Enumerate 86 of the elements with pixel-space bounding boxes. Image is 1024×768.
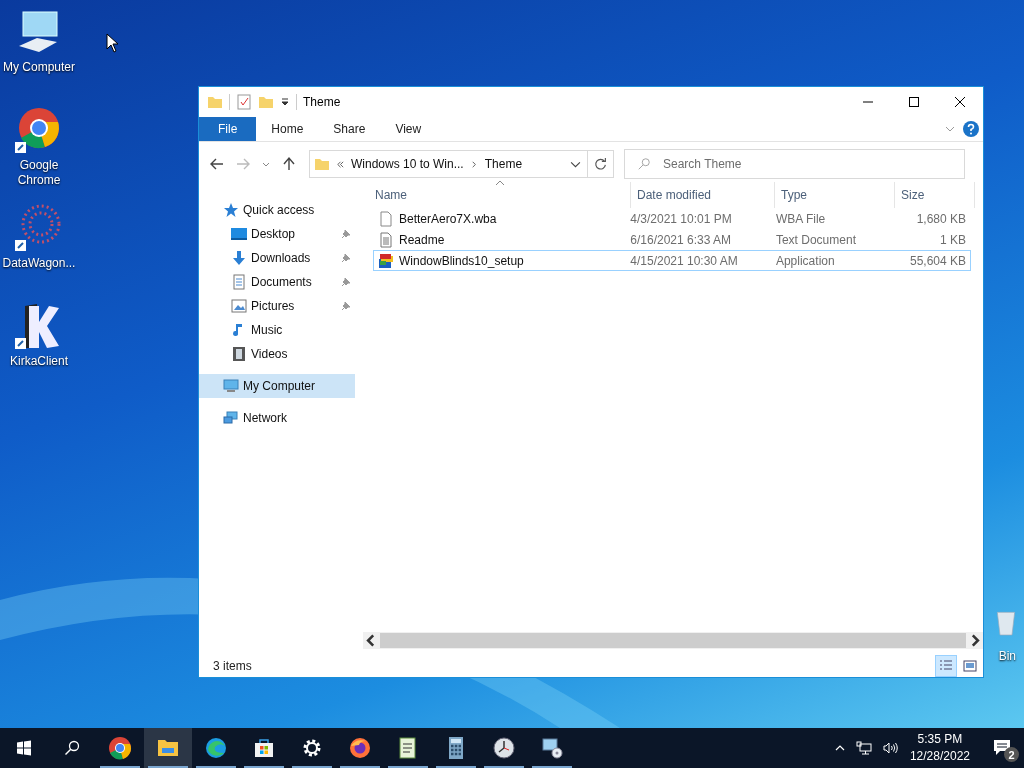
table-cell-text: 1,680 KB (915, 211, 967, 226)
firefox-icon[interactable] (348, 736, 372, 760)
sidebar-item[interactable]: Documents (199, 270, 355, 294)
address-bar[interactable]: Windows 10 to Win... Theme (309, 150, 588, 178)
search-field[interactable]: Search Theme (661, 156, 964, 172)
ribbon-tab[interactable]: View (380, 117, 437, 141)
action-center-button[interactable]: 2 (980, 728, 1024, 768)
ribbon-tab[interactable]: Share (318, 117, 381, 141)
star-icon (223, 202, 239, 218)
ribbon-tab[interactable]: Home (256, 117, 319, 141)
pin-icon[interactable] (341, 229, 351, 239)
up-icon[interactable] (281, 156, 297, 172)
help-icon[interactable] (963, 121, 979, 137)
pictures-icon (231, 298, 247, 314)
maximize-icon[interactable] (909, 97, 919, 107)
document-icon (231, 274, 247, 290)
windows-logo-icon[interactable] (16, 740, 32, 756)
table-cell-text: Application (774, 253, 836, 268)
desktop-icon (231, 226, 247, 242)
column-header[interactable]: Name (373, 182, 631, 208)
column-header[interactable]: Date modified (631, 182, 775, 208)
blank-file-icon (378, 210, 394, 227)
sidebar-item[interactable]: Music (199, 318, 355, 342)
sidebar-item[interactable]: Quick access (199, 198, 355, 222)
desktop-icon-label[interactable]: KirkaClient (10, 354, 68, 369)
file-name: WindowBlinds10_setup (399, 253, 524, 268)
pin-icon[interactable] (341, 253, 351, 263)
file-name: BetterAero7X.wba (399, 211, 497, 226)
notification-count-badge: 2 (1004, 747, 1019, 762)
ribbon-tab[interactable]: File (199, 117, 257, 141)
search-icon (637, 157, 651, 171)
table-cell-text: 4/3/2021 10:01 PM (629, 211, 733, 226)
network-icon (223, 410, 239, 426)
dotted-sphere-shortcut-icon[interactable] (15, 204, 63, 252)
sidebar-item[interactable]: My Computer (199, 374, 355, 398)
expand-ribbon-icon[interactable] (945, 124, 955, 134)
table-cell-text: Text Document (774, 232, 857, 247)
sidebar-item[interactable]: Network (199, 406, 355, 430)
sort-ascending-icon (495, 180, 505, 186)
refresh-icon[interactable] (593, 157, 608, 171)
column-header[interactable]: Size (895, 182, 975, 208)
store-icon[interactable] (252, 736, 276, 760)
table-cell-text: 55,604 KB (908, 253, 967, 268)
colorful-app-icon (378, 252, 394, 269)
item-count: 3 items (213, 659, 252, 673)
search-icon[interactable] (64, 740, 80, 756)
volume-icon[interactable] (881, 741, 898, 755)
column-header[interactable]: Type (775, 182, 895, 208)
explorer-taskbar-button[interactable] (144, 728, 192, 768)
properties-icon[interactable] (236, 94, 252, 110)
window-title: Theme (303, 95, 341, 109)
table-cell-text: 1 KB (939, 232, 967, 247)
sidebar-item[interactable]: Videos (199, 342, 355, 366)
search-box[interactable]: Search Theme (624, 149, 965, 179)
table-cell-text: 4/15/2021 10:30 AM (629, 253, 739, 268)
clock-time[interactable]: 5:35 PM (917, 731, 963, 748)
mouse-pointer-icon (106, 33, 118, 53)
dropdown-caret-icon[interactable] (280, 97, 290, 107)
text-file-icon (378, 231, 394, 248)
videos-icon (231, 346, 247, 362)
file-row[interactable]: WindowBlinds10_setup 4/15/2021 10:30 AM Application 55,604 KB (373, 250, 971, 271)
chrome-icon[interactable] (108, 736, 132, 760)
sidebar-item[interactable]: Pictures (199, 294, 355, 318)
clock-icon[interactable] (492, 736, 516, 760)
network-icon[interactable] (855, 741, 872, 755)
file-row[interactable]: BetterAero7X.wba 4/3/2021 10:01 PM WBA File 1,680 KB (373, 208, 971, 229)
monitor-icon[interactable] (540, 736, 564, 760)
pin-icon[interactable] (341, 277, 351, 287)
clock-date[interactable]: 12/28/2022 (909, 748, 970, 765)
horizontal-scrollbar[interactable] (363, 632, 983, 649)
refresh-button[interactable] (588, 150, 614, 178)
file-name: Readme (399, 232, 445, 247)
table-cell-text: WBA File (774, 211, 827, 226)
desktop-icon-label[interactable]: DataWagon... (2, 256, 76, 271)
close-icon[interactable] (955, 97, 965, 107)
desktop-icon-label[interactable]: Google Chrome (17, 158, 61, 188)
back-icon[interactable] (209, 156, 225, 172)
file-row[interactable]: Readme 6/16/2021 6:33 AM Text Document 1 KB (373, 229, 971, 250)
sidebar-item[interactable]: Desktop (199, 222, 355, 246)
download-icon (231, 250, 247, 266)
table-cell-text: 6/16/2021 6:33 AM (629, 232, 733, 247)
computer-icon (223, 378, 239, 394)
desktop-icon-label[interactable]: My Computer (3, 60, 75, 75)
sidebar-item[interactable]: Downloads (199, 246, 355, 270)
pin-icon[interactable] (341, 301, 351, 311)
edge-icon[interactable] (204, 736, 228, 760)
